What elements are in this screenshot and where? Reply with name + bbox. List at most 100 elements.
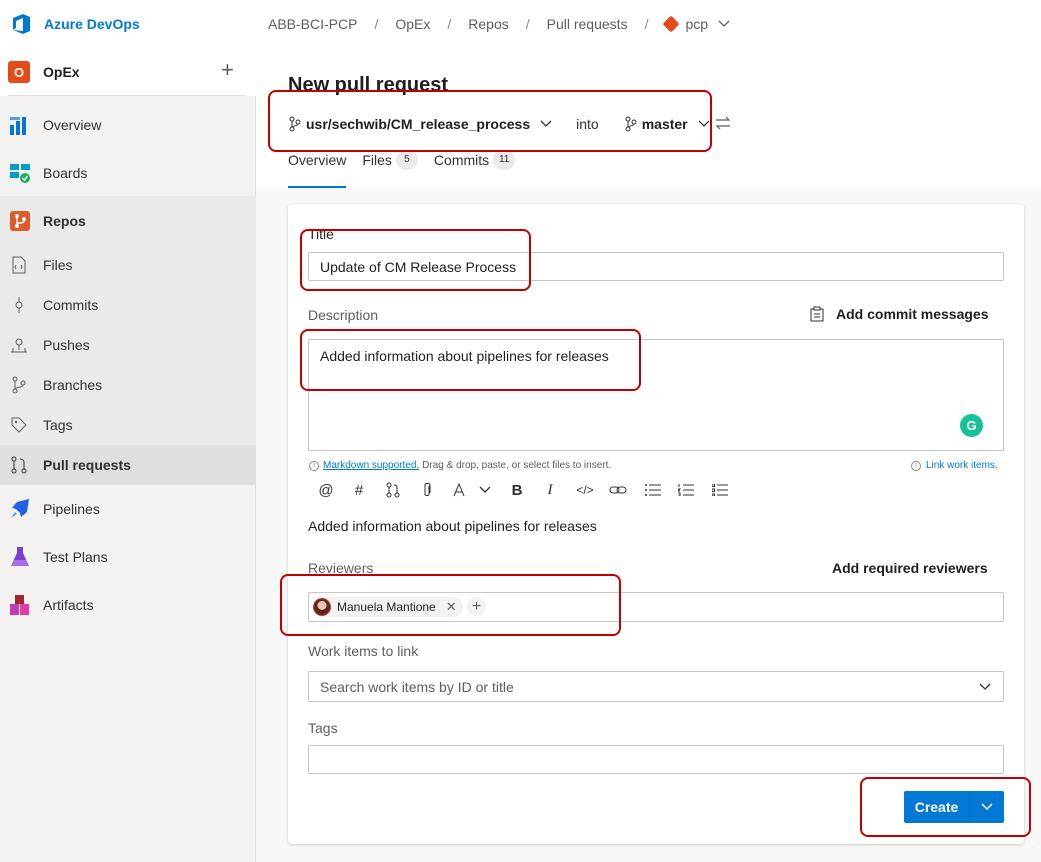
bullet-list-icon[interactable] [643, 480, 663, 500]
overview-icon [8, 113, 32, 137]
pull-request-icon[interactable] [383, 480, 403, 500]
sidebar-item-label: Overview [43, 117, 102, 133]
sidebar-item-artifacts[interactable]: Artifacts [0, 581, 256, 629]
git-repo-icon [662, 15, 680, 33]
tab-bar: Overview Files 5 Commits 11 [288, 150, 531, 188]
numbered-list-icon[interactable] [676, 480, 696, 500]
sidebar-item-pushes[interactable]: Pushes [0, 325, 256, 365]
description-preview: Added information about pipelines for re… [308, 518, 597, 534]
code-icon[interactable]: </> [575, 480, 595, 500]
markdown-hint-text: Drag & drop, paste, or select files to i… [422, 460, 612, 471]
checklist-icon[interactable] [710, 480, 730, 500]
grammarly-icon[interactable]: G [960, 414, 983, 437]
breadcrumb: ABB-BCI-PCP / OpEx / Repos / Pull reques… [268, 14, 730, 34]
breadcrumb-separator: / [644, 16, 649, 32]
sidebar-item-files[interactable]: Files [0, 245, 256, 285]
sidebar: Azure DevOps O OpEx + Overview Boards Re… [0, 0, 256, 862]
annotation-reviewers [280, 574, 621, 636]
artifacts-icon [8, 593, 32, 617]
azure-devops-logo-icon [13, 14, 30, 34]
sidebar-item-label: Test Plans [43, 549, 108, 565]
tags-label: Tags [308, 720, 338, 736]
tab-commits[interactable]: Commits 11 [433, 150, 516, 188]
project-avatar: O [8, 61, 30, 83]
sidebar-item-repos[interactable]: Repos [0, 197, 256, 245]
project-selector[interactable]: O OpEx + [0, 48, 256, 96]
highlight-icon[interactable] [450, 480, 470, 500]
brand-bar[interactable]: Azure DevOps [0, 0, 256, 48]
breadcrumb-org[interactable]: ABB-BCI-PCP [268, 16, 357, 32]
sidebar-item-label: Pushes [43, 337, 90, 353]
sidebar-item-label: Tags [43, 417, 73, 433]
breadcrumb-separator: / [374, 16, 379, 32]
markdown-hint: i Markdown supported. Drag & drop, paste… [309, 460, 611, 471]
commit-icon [10, 296, 28, 314]
tab-label: Overview [288, 152, 347, 168]
add-commit-messages-label: Add commit messages [836, 306, 989, 322]
brand-name: Azure DevOps [44, 16, 140, 32]
hash-icon[interactable]: # [349, 480, 369, 500]
file-icon [10, 256, 28, 274]
add-required-reviewers-button[interactable]: Add required reviewers [832, 560, 988, 576]
annotation-branches [268, 90, 712, 152]
link-icon[interactable] [608, 480, 628, 500]
link-work-items-link[interactable]: i Link work items. [911, 460, 998, 471]
sidebar-item-pipelines[interactable]: Pipelines [0, 485, 256, 533]
link-work-items-label: Link work items. [926, 460, 998, 471]
work-items-search-input[interactable]: Search work items by ID or title [308, 671, 1004, 702]
tags-input[interactable] [308, 745, 1004, 774]
pull-request-icon [10, 456, 28, 474]
attach-icon[interactable] [417, 480, 437, 500]
tag-icon [10, 416, 28, 434]
sidebar-item-commits[interactable]: Commits [0, 285, 256, 325]
tab-files[interactable]: Files 5 [362, 150, 418, 188]
annotation-description [300, 329, 641, 391]
branch-icon [10, 376, 28, 394]
count-badge: 5 [395, 150, 418, 170]
breadcrumb-project[interactable]: OpEx [395, 16, 430, 32]
sidebar-item-pull-requests[interactable]: Pull requests [0, 445, 256, 485]
sidebar-item-overview[interactable]: Overview [0, 101, 256, 149]
bold-icon[interactable]: B [507, 480, 527, 500]
sidebar-item-label: Pull requests [43, 457, 131, 473]
info-icon: i [911, 460, 921, 471]
sidebar-item-test-plans[interactable]: Test Plans [0, 533, 256, 581]
breadcrumb-separator: / [447, 16, 452, 32]
clipboard-icon [810, 306, 824, 322]
tab-label: Commits [433, 152, 490, 168]
info-icon: i [309, 460, 319, 471]
push-icon [10, 336, 28, 354]
divider [8, 95, 245, 96]
sidebar-item-label: Repos [43, 213, 86, 229]
tab-overview[interactable]: Overview [288, 152, 347, 188]
chevron-down-icon[interactable] [475, 480, 495, 500]
italic-icon[interactable]: I [540, 480, 560, 500]
annotation-create [860, 777, 1031, 837]
test-plans-icon [8, 545, 32, 569]
description-label: Description [308, 307, 379, 323]
markdown-supported-link[interactable]: Markdown supported. [323, 460, 419, 471]
sidebar-item-label: Pipelines [43, 501, 100, 517]
project-name: OpEx [43, 64, 80, 80]
mention-icon[interactable]: @ [316, 480, 336, 500]
sidebar-item-label: Branches [43, 377, 103, 393]
sidebar-item-branches[interactable]: Branches [0, 365, 256, 405]
sidebar-item-label: Files [43, 257, 73, 273]
sidebar-item-boards[interactable]: Boards [0, 149, 256, 197]
annotation-title [300, 229, 531, 291]
breadcrumb-repo[interactable]: pcp [685, 16, 708, 32]
sidebar-item-label: Commits [43, 297, 99, 313]
chevron-down-icon[interactable] [979, 683, 991, 691]
swap-branches-icon[interactable] [715, 116, 731, 130]
breadcrumb-page[interactable]: Pull requests [547, 16, 628, 32]
add-icon[interactable]: + [221, 59, 234, 81]
breadcrumb-section[interactable]: Repos [468, 16, 508, 32]
work-items-label: Work items to link [308, 643, 419, 659]
add-commit-messages-button[interactable]: Add commit messages [810, 306, 989, 322]
breadcrumb-separator: / [525, 16, 530, 32]
sidebar-item-label: Boards [43, 165, 88, 181]
work-items-placeholder: Search work items by ID or title [320, 678, 514, 695]
sidebar-item-tags[interactable]: Tags [0, 405, 256, 445]
chevron-down-icon[interactable] [718, 20, 730, 28]
pipelines-icon [8, 497, 32, 521]
